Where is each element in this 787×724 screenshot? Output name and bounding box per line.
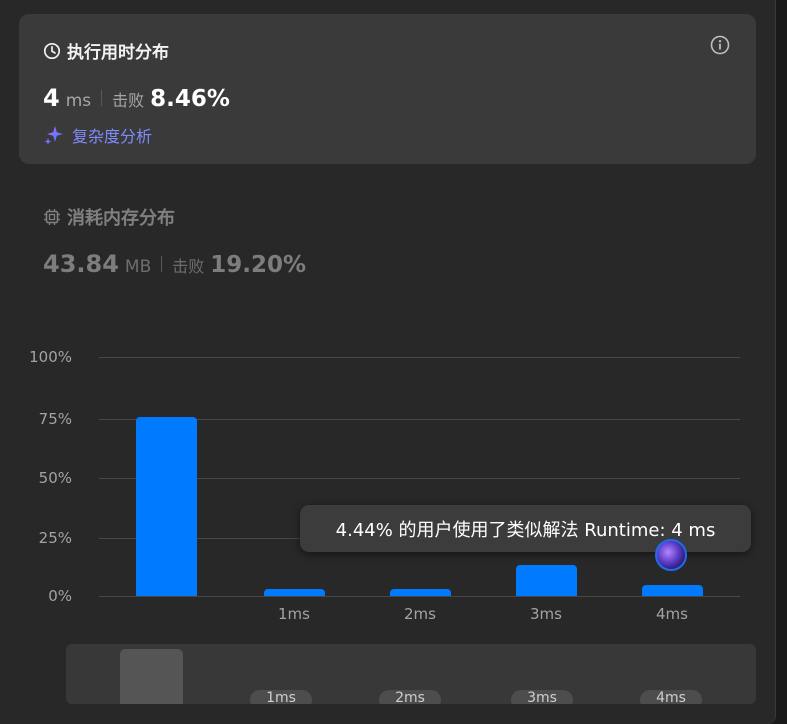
range-tick-label: 1ms: [250, 690, 312, 704]
memory-title[interactable]: 消耗内存分布: [43, 204, 175, 230]
memory-value: 43.84: [43, 250, 119, 278]
range-tick-label: 2ms: [379, 690, 441, 704]
grid-line: [99, 596, 740, 597]
runtime-beat-value: 8.46%: [150, 86, 230, 112]
memory-stats: 43.84 MB 击败 19.20%: [43, 250, 306, 278]
memory-title-text: 消耗内存分布: [67, 208, 175, 229]
range-tick-label: 4ms: [640, 690, 702, 704]
chip-icon: [44, 209, 60, 225]
x-tick-label: 2ms: [404, 605, 436, 623]
runtime-beat-label: 击败: [112, 91, 145, 110]
chart-range-selector[interactable]: 1ms 2ms 3ms 4ms: [66, 644, 756, 704]
complexity-analysis-link[interactable]: 复杂度分析: [43, 123, 152, 147]
runtime-value: 4: [43, 84, 60, 112]
runtime-title: 执行用时分布: [43, 38, 169, 63]
range-handle[interactable]: [120, 649, 183, 704]
memory-unit: MB: [124, 257, 152, 277]
divider: [161, 256, 163, 272]
y-tick-label: 50%: [38, 469, 72, 487]
runtime-title-text: 执行用时分布: [67, 43, 169, 63]
y-tick-label: 75%: [38, 410, 72, 428]
y-tick-label: 100%: [29, 348, 72, 366]
x-tick-label: 1ms: [278, 605, 310, 623]
info-icon[interactable]: [710, 35, 730, 55]
user-avatar: [655, 539, 687, 571]
sparkle-icon: [44, 126, 63, 145]
y-tick-label: 25%: [38, 529, 72, 547]
chart-bar[interactable]: [641, 585, 703, 596]
x-tick-label: 4ms: [656, 605, 688, 623]
complexity-analysis-text: 复杂度分析: [72, 127, 153, 146]
divider: [101, 90, 103, 106]
range-tick-label: 3ms: [511, 690, 573, 704]
runtime-unit: ms: [65, 91, 92, 111]
runtime-card[interactable]: 执行用时分布 4 ms 击败 8.46% 复杂度分析: [19, 14, 756, 164]
chart-bar[interactable]: [515, 564, 577, 596]
memory-beat-value: 19.20%: [210, 252, 307, 278]
submission-stats-panel: 执行用时分布 4 ms 击败 8.46% 复杂度分析 消耗内存分布 43.84 …: [0, 0, 776, 724]
chart-bar[interactable]: [263, 588, 325, 596]
grid-line: [99, 357, 740, 358]
y-tick-label: 0%: [48, 587, 72, 605]
chart-bar[interactable]: [135, 416, 197, 596]
clock-icon: [43, 42, 61, 59]
x-tick-label: 3ms: [530, 605, 562, 623]
chart-bar[interactable]: [389, 588, 451, 596]
memory-beat-label: 击败: [172, 257, 205, 276]
runtime-stats: 4 ms 击败 8.46%: [43, 84, 230, 112]
